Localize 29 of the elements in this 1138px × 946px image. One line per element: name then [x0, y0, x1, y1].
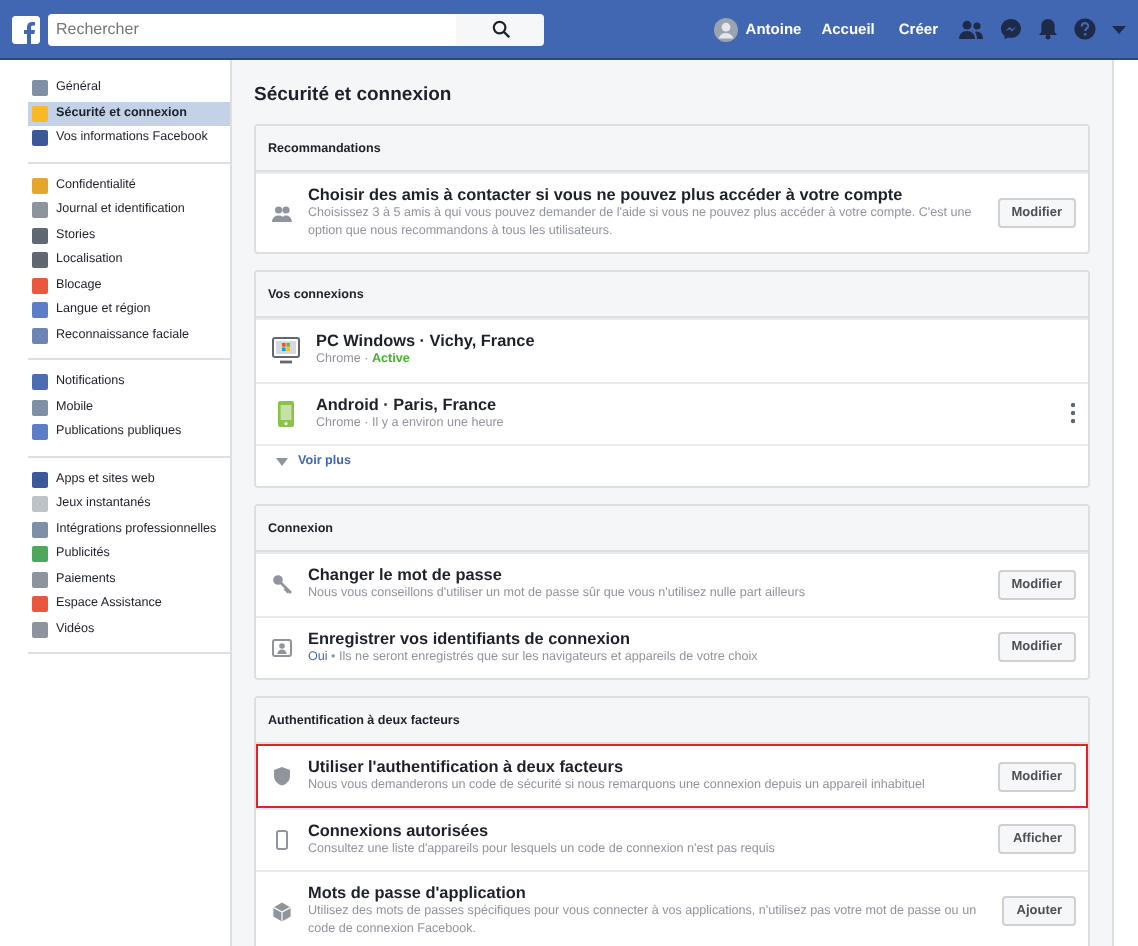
bell-icon[interactable]: [1038, 18, 1058, 40]
caret-icon[interactable]: [1112, 25, 1126, 33]
setting-title: Connexions autorisées: [308, 821, 491, 841]
monitor-icon: [272, 336, 300, 365]
page-title: Sécurité et connexion: [254, 82, 454, 110]
search-field[interactable]: Rechercher: [48, 13, 456, 45]
caret-icon: [276, 457, 288, 465]
people-icon: [272, 203, 292, 223]
device-name: PC Windows · Vichy, France: [316, 332, 537, 352]
setting-title: Choisir des amis à contacter si vous ne pouvez plus accéder à votre compte: [308, 186, 905, 206]
phone-icon: [272, 399, 300, 428]
setting-title: Enregistrer vos identifiants de connexion: [308, 629, 633, 648]
device-name: Android · Paris, France: [316, 395, 499, 415]
search-button[interactable]: [456, 13, 544, 45]
key-icon: [272, 574, 292, 595]
logo-icon[interactable]: [12, 15, 40, 43]
phone-icon: [272, 829, 292, 850]
cube-icon: [272, 901, 292, 921]
friends-icon[interactable]: [958, 19, 984, 39]
shield-icon: [272, 766, 292, 787]
search-icon: [491, 20, 509, 38]
id-card-icon: [272, 637, 292, 658]
setting-title: Changer le mot de passe: [308, 566, 504, 586]
setting-title: Utiliser l'authentification à deux facteurs: [308, 758, 626, 778]
setting-title: Mots de passe d'application: [308, 884, 528, 904]
help-icon[interactable]: [1074, 18, 1096, 40]
messenger-icon[interactable]: [1000, 18, 1022, 40]
more-options-icon[interactable]: [1070, 402, 1076, 425]
avatar-icon: [713, 17, 738, 41]
